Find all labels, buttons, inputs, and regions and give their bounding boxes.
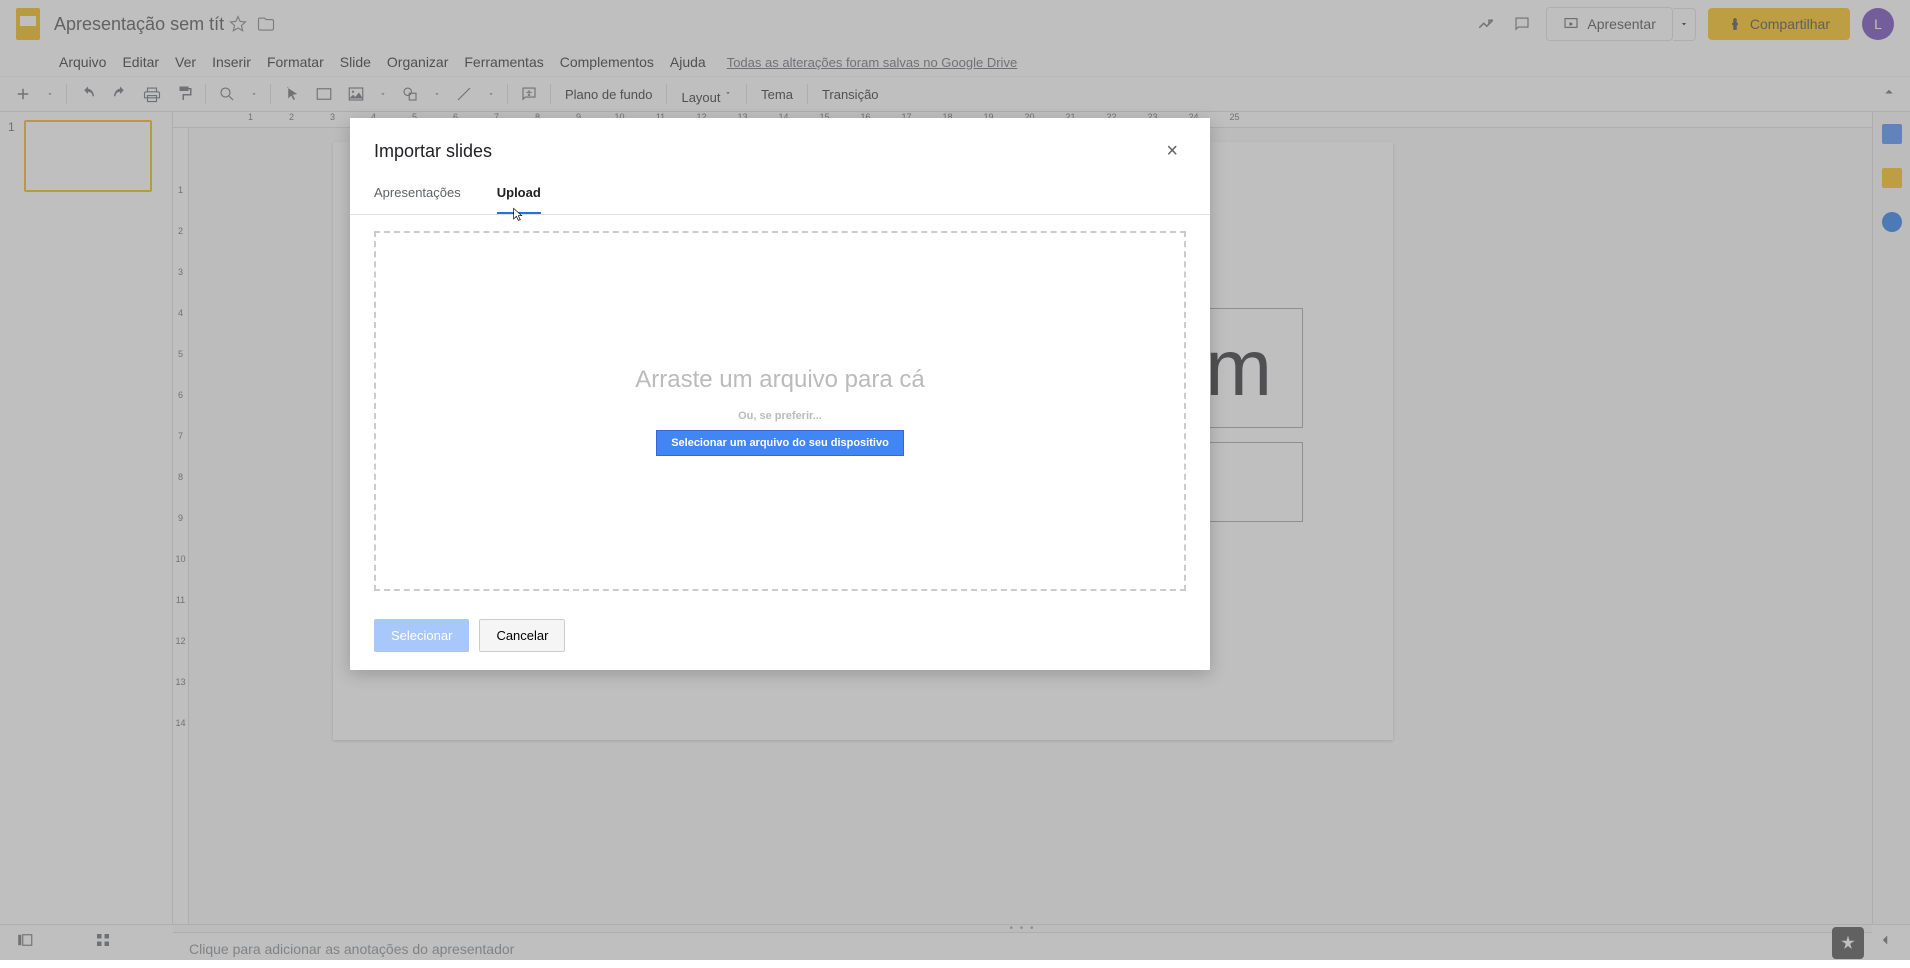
dropzone-or-text: Ou, se preferir... — [738, 410, 822, 422]
select-button[interactable]: Selecionar — [374, 619, 469, 652]
close-icon[interactable]: × — [1158, 136, 1186, 167]
modal-body: Arraste um arquivo para cá Ou, se prefer… — [350, 215, 1210, 607]
modal-title: Importar slides — [374, 141, 492, 162]
upload-dropzone[interactable]: Arraste um arquivo para cá Ou, se prefer… — [374, 231, 1186, 591]
tab-presentations[interactable]: Apresentações — [374, 185, 461, 214]
dropzone-title: Arraste um arquivo para cá — [635, 366, 924, 394]
select-file-button[interactable]: Selecionar um arquivo do seu dispositivo — [656, 430, 904, 456]
import-slides-modal: Importar slides × Apresentações Upload A… — [350, 118, 1210, 670]
modal-footer: Selecionar Cancelar — [350, 607, 1210, 670]
modal-header: Importar slides × — [350, 118, 1210, 167]
cancel-button[interactable]: Cancelar — [479, 619, 565, 652]
tab-upload[interactable]: Upload — [497, 185, 541, 214]
modal-tabs: Apresentações Upload — [350, 167, 1210, 215]
